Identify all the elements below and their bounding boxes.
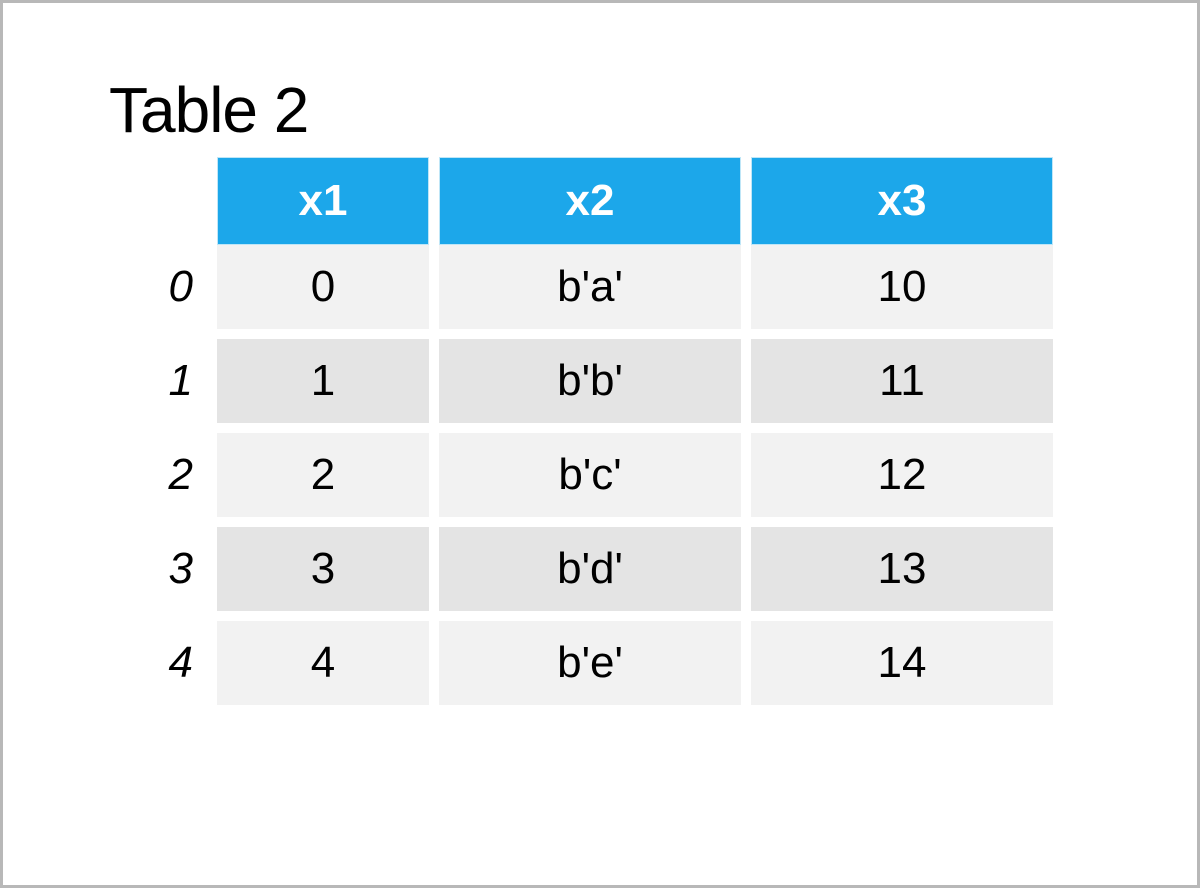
cell-x3: 11: [751, 339, 1053, 433]
cell-x2: b'c': [439, 433, 741, 527]
cell-x1: 2: [217, 433, 429, 527]
cell-x3: 13: [751, 527, 1053, 621]
row-index: 4: [133, 621, 207, 711]
row-index: 1: [133, 339, 207, 433]
row-index: 2: [133, 433, 207, 527]
page-frame: Table 2 x1 x2 x3 0 0 b'a' 10 1 1 b'b' 11: [0, 0, 1200, 888]
cell-x2: b'e': [439, 621, 741, 711]
cell-x3: 14: [751, 621, 1053, 711]
cell-x2: b'b': [439, 339, 741, 433]
cell-x1: 4: [217, 621, 429, 711]
table-title: Table 2: [109, 73, 1097, 147]
col-header-x1: x1: [217, 157, 429, 245]
cell-x2: b'a': [439, 245, 741, 339]
row-index: 0: [133, 245, 207, 339]
cell-x1: 3: [217, 527, 429, 621]
table-row: 2 2 b'c' 12: [133, 433, 1053, 527]
col-header-x3: x3: [751, 157, 1053, 245]
row-index: 3: [133, 527, 207, 621]
cell-x3: 10: [751, 245, 1053, 339]
table-row: 1 1 b'b' 11: [133, 339, 1053, 433]
cell-x3: 12: [751, 433, 1053, 527]
cell-x1: 0: [217, 245, 429, 339]
cell-x2: b'd': [439, 527, 741, 621]
data-table: x1 x2 x3 0 0 b'a' 10 1 1 b'b' 11 2 2 b'c…: [123, 157, 1063, 711]
table-row: 3 3 b'd' 13: [133, 527, 1053, 621]
index-header-blank: [133, 157, 207, 245]
col-header-x2: x2: [439, 157, 741, 245]
table-row: 0 0 b'a' 10: [133, 245, 1053, 339]
header-row: x1 x2 x3: [133, 157, 1053, 245]
table-row: 4 4 b'e' 14: [133, 621, 1053, 711]
cell-x1: 1: [217, 339, 429, 433]
